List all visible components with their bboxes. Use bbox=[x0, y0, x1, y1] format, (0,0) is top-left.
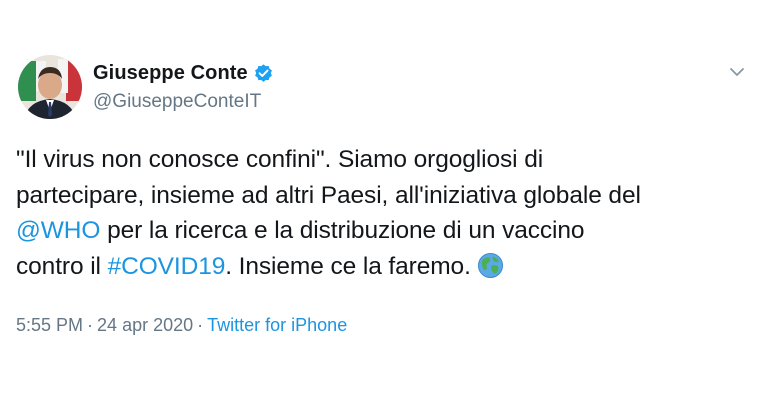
display-name[interactable]: Giuseppe Conte bbox=[93, 62, 248, 85]
tweet-text-segment: contro il bbox=[16, 252, 108, 280]
tweet-source-link[interactable]: Twitter for iPhone bbox=[207, 315, 347, 335]
chevron-down-icon[interactable] bbox=[728, 63, 746, 81]
tweet-card: Giuseppe Conte @GiuseppeConteIT "Il viru… bbox=[0, 0, 768, 400]
verified-badge-icon bbox=[253, 63, 274, 84]
avatar[interactable] bbox=[18, 55, 82, 119]
author-block: Giuseppe Conte @GiuseppeConteIT bbox=[93, 60, 274, 113]
handle[interactable]: @GiuseppeConteIT bbox=[93, 91, 274, 113]
tweet-meta: 5:55 PM · 24 apr 2020 · Twitter for iPhone bbox=[16, 315, 347, 336]
tweet-date[interactable]: 24 apr 2020 bbox=[97, 315, 193, 335]
globe-icon bbox=[477, 252, 504, 279]
meta-separator: · bbox=[87, 315, 94, 335]
tweet-text-segment: per la ricerca e la distribuzione di un … bbox=[100, 217, 585, 244]
tweet-line: @WHO per la ricerca e la distribuzione d… bbox=[16, 213, 756, 249]
tweet-time[interactable]: 5:55 PM bbox=[16, 315, 83, 335]
tweet-text-segment: . Insieme ce la faremo. bbox=[225, 252, 471, 280]
tweet-text: "Il virus non conosce confini". Siamo or… bbox=[16, 142, 756, 284]
meta-separator: · bbox=[197, 315, 204, 335]
avatar-image bbox=[18, 55, 82, 119]
tweet-line: "Il virus non conosce confini". Siamo or… bbox=[16, 146, 544, 173]
name-row: Giuseppe Conte bbox=[93, 60, 274, 86]
tweet-line: partecipare, insieme ad altri Paesi, all… bbox=[16, 181, 641, 209]
hashtag-link[interactable]: #COVID19 bbox=[108, 253, 226, 280]
tweet-line: contro il #COVID19. Insieme ce la faremo… bbox=[16, 249, 756, 285]
mention-link[interactable]: @WHO bbox=[16, 217, 100, 244]
